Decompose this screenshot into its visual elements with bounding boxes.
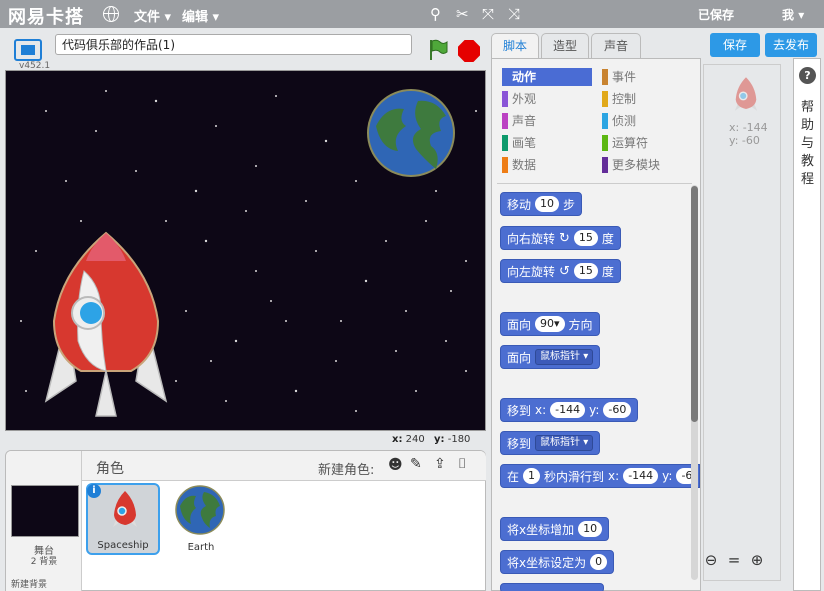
mouse-x-readout: x: 240	[392, 434, 425, 445]
block-turn-left[interactable]: 向左旋转 ↺ 15 度	[500, 259, 621, 283]
green-flag-icon[interactable]	[428, 39, 448, 61]
sprite-panel: 角色 新建角色: ☻ ✎ ⇪ ⌷ 舞台 2 背景 新建背景 i Spaceshi…	[5, 450, 486, 591]
upload-sprite-icon[interactable]: ⇪	[434, 456, 446, 472]
help-tutorials-label[interactable]: 帮助与教程	[801, 99, 815, 189]
block-set-x[interactable]: 将x坐标设定为 0	[500, 550, 615, 574]
sprite-card-earth[interactable]: Earth	[164, 483, 238, 555]
saved-status: 已保存	[698, 8, 735, 22]
tab-scripts[interactable]: 脚本	[491, 33, 539, 58]
zoom-in-icon[interactable]: ⊕	[748, 551, 766, 569]
top-menu-bar: 网易卡搭 文件 ▾ 编辑 ▾ ⚲ ✂ ⤧ ⤨ 已保存 我 ▾	[0, 0, 824, 28]
stage-canvas[interactable]	[5, 70, 486, 431]
tab-costumes[interactable]: 造型	[541, 33, 589, 58]
save-button[interactable]: 保存	[710, 33, 760, 57]
block-go-to[interactable]: 移到 鼠标指针 ▾	[500, 431, 601, 455]
stage-thumbnail[interactable]	[11, 485, 79, 537]
user-menu[interactable]: 我 ▾	[782, 6, 804, 23]
palette-scrollbar-thumb[interactable]	[691, 186, 698, 422]
category-sound[interactable]: 声音	[502, 112, 592, 130]
stage-scene	[20, 89, 477, 417]
grow-icon[interactable]: ⤧	[482, 5, 494, 23]
sprite-card-spaceship[interactable]: i Spaceship	[86, 483, 160, 555]
choose-sprite-library-icon[interactable]: ☻	[388, 457, 403, 473]
earth-thumbnail	[175, 485, 225, 535]
current-sprite-thumbnail	[734, 77, 758, 111]
new-backdrop-label: 新建背景	[11, 580, 48, 590]
category-looks[interactable]: 外观	[502, 90, 592, 108]
palette-divider	[497, 183, 692, 184]
stage-backdrop-count: 2 背景	[30, 557, 58, 567]
spaceship-thumbnail	[113, 491, 137, 527]
block-point-in-direction[interactable]: 面向 90▾ 方向	[500, 312, 600, 336]
help-question-icon[interactable]: ?	[799, 67, 816, 84]
scripts-area[interactable]: x: -144 y: -60	[703, 64, 781, 581]
category-events[interactable]: 事件	[602, 68, 682, 86]
block-change-x[interactable]: 将x坐标增加 10	[500, 517, 610, 541]
block-go-to-xy[interactable]: 移到 x: -144 y: -60	[500, 398, 639, 422]
block-move-steps[interactable]: 移动 10 步	[500, 192, 583, 216]
edit-menu[interactable]: 编辑 ▾	[182, 6, 219, 25]
rotate-counterclockwise-icon: ↺	[559, 263, 570, 279]
help-sidebar[interactable]: ? 帮助与教程	[793, 58, 821, 591]
new-sprite-label: 新建角色:	[318, 463, 375, 478]
sprites-label: 角色	[96, 461, 124, 477]
info-icon[interactable]: i	[87, 484, 101, 498]
mouse-y-readout: y: -180	[434, 434, 471, 445]
fullscreen-toggle-icon[interactable]	[14, 39, 42, 61]
delete-scissors-icon[interactable]: ✂	[456, 5, 469, 23]
publish-button[interactable]: 去发布	[765, 33, 817, 57]
sprite-list-header	[82, 451, 486, 481]
zoom-reset-icon[interactable]: =	[725, 551, 743, 569]
paint-brush-icon[interactable]: ✎	[410, 456, 422, 472]
shrink-icon[interactable]: ⤨	[508, 5, 520, 23]
tab-sounds[interactable]: 声音	[591, 33, 641, 58]
project-title-input[interactable]	[55, 34, 412, 55]
block-glide[interactable]: 在 1 秒内滑行到 x: -144 y: -6	[500, 464, 700, 488]
category-sensing[interactable]: 侦测	[602, 112, 682, 130]
sprite-name: Earth	[187, 542, 215, 553]
app-logo[interactable]: 网易卡搭	[8, 3, 84, 29]
rotate-clockwise-icon: ↻	[559, 230, 570, 246]
category-data[interactable]: 数据	[502, 156, 592, 174]
sprite-x-readout: x: -144	[729, 121, 768, 134]
category-operators[interactable]: 运算符	[602, 134, 682, 152]
sprite-name: Spaceship	[97, 540, 149, 551]
block-turn-right[interactable]: 向右旋转 ↻ 15 度	[500, 226, 621, 250]
file-menu[interactable]: 文件 ▾	[134, 6, 171, 25]
category-control[interactable]: 控制	[602, 90, 682, 108]
language-globe-icon[interactable]	[103, 6, 119, 22]
zoom-out-icon[interactable]: ⊖	[702, 551, 720, 569]
sprite-y-readout: y: -60	[729, 134, 760, 147]
block-palette: 动作 事件 外观 控制 声音 侦测 画笔 运算符 数据 更多模块 移动 10 步 向…	[491, 58, 701, 591]
camera-icon[interactable]: ⌷	[458, 456, 466, 472]
earth-sprite[interactable]	[367, 89, 455, 177]
category-more-blocks[interactable]: 更多模块	[602, 156, 682, 174]
category-motion[interactable]: 动作	[502, 68, 592, 86]
stop-sign-icon[interactable]	[458, 40, 480, 62]
spaceship-sprite[interactable]	[44, 231, 168, 417]
block-point-towards[interactable]: 面向 鼠标指针 ▾	[500, 345, 601, 369]
category-pen[interactable]: 画笔	[502, 134, 592, 152]
block-partial[interactable]	[500, 583, 604, 591]
duplicate-stamp-icon[interactable]: ⚲	[430, 5, 441, 23]
